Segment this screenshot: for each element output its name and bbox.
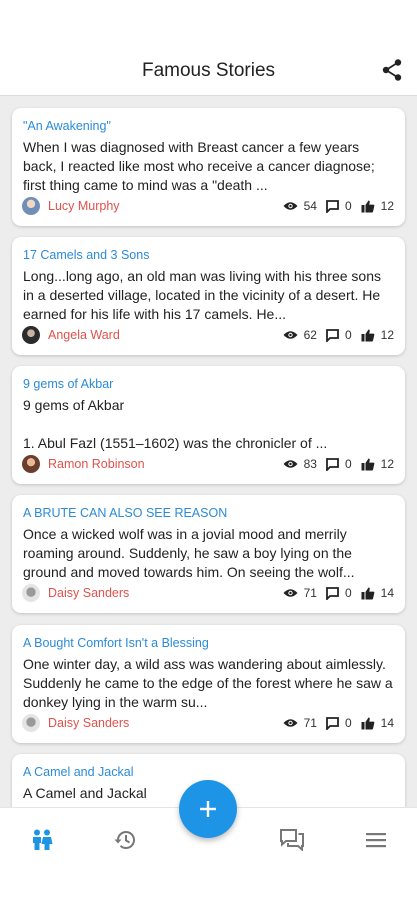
story-excerpt: 9 gems of Akbar 1. Abul Fazl (1551–1602)…	[23, 397, 328, 451]
share-button[interactable]	[381, 58, 403, 82]
views-count: 71	[303, 716, 317, 730]
comment-icon	[326, 199, 339, 213]
likes-count: 14	[380, 586, 394, 600]
thumbs-up-icon	[361, 717, 374, 729]
views-stat: 83	[283, 457, 317, 471]
views-count: 54	[303, 199, 317, 213]
story-excerpt: Once a wicked wolf was in a jovial mood …	[23, 526, 355, 580]
comments-stat: 0	[326, 716, 352, 730]
comment-icon	[326, 716, 339, 730]
comments-count: 0	[344, 457, 352, 471]
comments-count: 0	[344, 716, 352, 730]
avatar[interactable]	[22, 455, 40, 473]
story-card[interactable]: "An Awakening" When I was diagnosed with…	[12, 108, 405, 226]
chat-icon	[280, 829, 304, 851]
eye-icon	[283, 460, 298, 468]
comments-count: 0	[344, 199, 352, 213]
eye-icon	[283, 202, 298, 210]
nav-chat-button[interactable]	[277, 826, 307, 854]
comments-count: 0	[344, 328, 352, 342]
thumbs-up-icon	[361, 587, 374, 599]
likes-count: 12	[380, 199, 394, 213]
likes-stat[interactable]: 14	[361, 586, 394, 600]
eye-icon	[283, 589, 298, 597]
likes-stat[interactable]: 12	[361, 457, 394, 471]
story-excerpt: One winter day, a wild ass was wandering…	[23, 656, 393, 710]
author-name[interactable]: Daisy Sanders	[48, 716, 274, 730]
thumbs-up-icon	[361, 458, 374, 470]
comments-count: 0	[344, 586, 352, 600]
author-name[interactable]: Ramon Robinson	[48, 457, 274, 471]
nav-stories-button[interactable]	[27, 826, 57, 854]
views-count: 83	[303, 457, 317, 471]
comments-stat: 0	[326, 586, 352, 600]
story-list[interactable]: "An Awakening" When I was diagnosed with…	[0, 96, 417, 807]
author-name[interactable]: Lucy Murphy	[48, 199, 274, 213]
story-title[interactable]: 17 Camels and 3 Sons	[23, 248, 394, 265]
story-excerpt: When I was diagnosed with Breast cancer …	[23, 139, 375, 193]
story-footer: Angela Ward 62 0 12	[22, 325, 394, 345]
menu-icon	[366, 833, 386, 848]
story-card[interactable]: 17 Camels and 3 Sons Long...long ago, an…	[12, 237, 405, 355]
comment-icon	[326, 457, 339, 471]
story-title[interactable]: 9 gems of Akbar	[23, 377, 394, 394]
likes-count: 12	[380, 328, 394, 342]
views-stat: 54	[283, 199, 317, 213]
story-title[interactable]: "An Awakening"	[23, 119, 394, 136]
views-stat: 71	[283, 716, 317, 730]
likes-count: 12	[380, 457, 394, 471]
story-footer: Ramon Robinson 83 0 12	[22, 454, 394, 474]
add-story-button[interactable]	[179, 780, 237, 838]
story-footer: Daisy Sanders 71 0 14	[22, 583, 394, 603]
views-count: 71	[303, 586, 317, 600]
add-icon	[200, 801, 216, 817]
author-name[interactable]: Daisy Sanders	[48, 586, 274, 600]
avatar[interactable]	[22, 326, 40, 344]
history-icon	[114, 831, 135, 849]
people-icon	[33, 829, 53, 850]
avatar[interactable]	[22, 714, 40, 732]
story-footer: Daisy Sanders 71 0 14	[22, 713, 394, 733]
thumbs-up-icon	[361, 200, 374, 212]
page-title: Famous Stories	[141, 60, 276, 81]
nav-menu-button[interactable]	[361, 826, 391, 854]
eye-icon	[283, 719, 298, 727]
story-footer: Lucy Murphy 54 0 12	[22, 196, 394, 216]
author-name[interactable]: Angela Ward	[48, 328, 274, 342]
story-card[interactable]: A Bought Comfort Isn't a Blessing One wi…	[12, 625, 405, 743]
avatar[interactable]	[22, 197, 40, 215]
thumbs-up-icon	[361, 329, 374, 341]
story-title[interactable]: A BRUTE CAN ALSO SEE REASON	[23, 506, 394, 523]
app-header: Famous Stories	[0, 0, 417, 96]
comments-stat: 0	[326, 457, 352, 471]
nav-history-button[interactable]	[110, 826, 140, 854]
story-excerpt: Long...long ago, an old man was living w…	[23, 268, 381, 322]
eye-icon	[283, 331, 298, 339]
comments-stat: 0	[326, 328, 352, 342]
avatar[interactable]	[22, 584, 40, 602]
likes-count: 14	[380, 716, 394, 730]
story-card[interactable]: A BRUTE CAN ALSO SEE REASON Once a wicke…	[12, 495, 405, 613]
views-count: 62	[303, 328, 317, 342]
share-icon	[382, 59, 402, 81]
likes-stat[interactable]: 14	[361, 716, 394, 730]
comment-icon	[326, 328, 339, 342]
views-stat: 71	[283, 586, 317, 600]
story-title[interactable]: A Bought Comfort Isn't a Blessing	[23, 636, 394, 653]
likes-stat[interactable]: 12	[361, 199, 394, 213]
views-stat: 62	[283, 328, 317, 342]
comments-stat: 0	[326, 199, 352, 213]
likes-stat[interactable]: 12	[361, 328, 394, 342]
comment-icon	[326, 586, 339, 600]
story-card[interactable]: 9 gems of Akbar 9 gems of Akbar 1. Abul …	[12, 366, 405, 484]
